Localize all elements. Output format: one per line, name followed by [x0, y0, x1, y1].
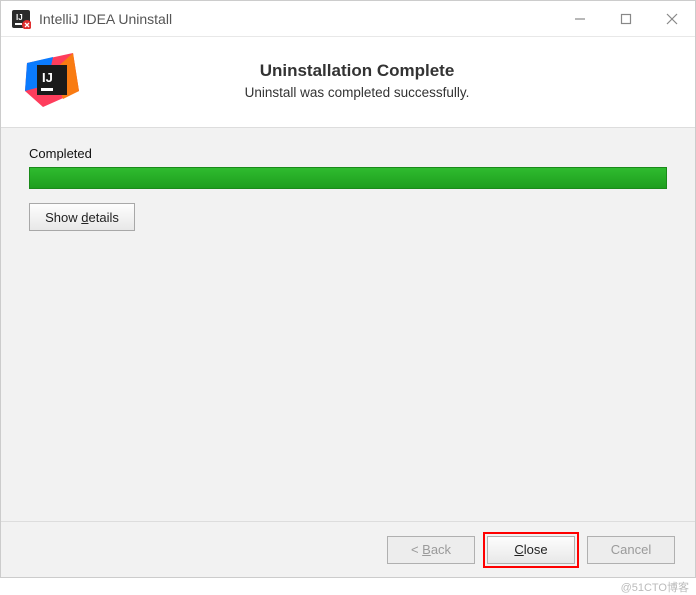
dialog-body: Completed Show details	[1, 128, 695, 521]
window-controls	[557, 1, 695, 36]
watermark: @51CTO博客	[621, 579, 689, 595]
status-label: Completed	[29, 146, 667, 161]
svg-text:IJ: IJ	[16, 13, 23, 22]
show-details-button[interactable]: Show details	[29, 203, 135, 231]
progress-bar	[29, 167, 667, 189]
uninstall-dialog: IJ IntelliJ IDEA Uninstall	[0, 0, 696, 578]
app-icon: IJ	[11, 9, 31, 29]
cancel-button: Cancel	[587, 536, 675, 564]
dialog-footer: < Back Close Cancel	[1, 521, 695, 577]
maximize-button[interactable]	[603, 1, 649, 36]
header-text: Uninstallation Complete Uninstall was co…	[101, 61, 673, 100]
close-window-button[interactable]	[649, 1, 695, 36]
back-button: < Back	[387, 536, 475, 564]
header-subtitle: Uninstall was completed successfully.	[101, 85, 613, 100]
titlebar: IJ IntelliJ IDEA Uninstall	[1, 1, 695, 37]
header-title: Uninstallation Complete	[101, 61, 613, 81]
dialog-header: IJ Uninstallation Complete Uninstall was…	[1, 37, 695, 128]
intellij-logo-icon: IJ	[23, 51, 81, 109]
minimize-button[interactable]	[557, 1, 603, 36]
svg-text:IJ: IJ	[42, 70, 53, 85]
window-title: IntelliJ IDEA Uninstall	[39, 11, 557, 27]
close-button[interactable]: Close	[487, 536, 575, 564]
